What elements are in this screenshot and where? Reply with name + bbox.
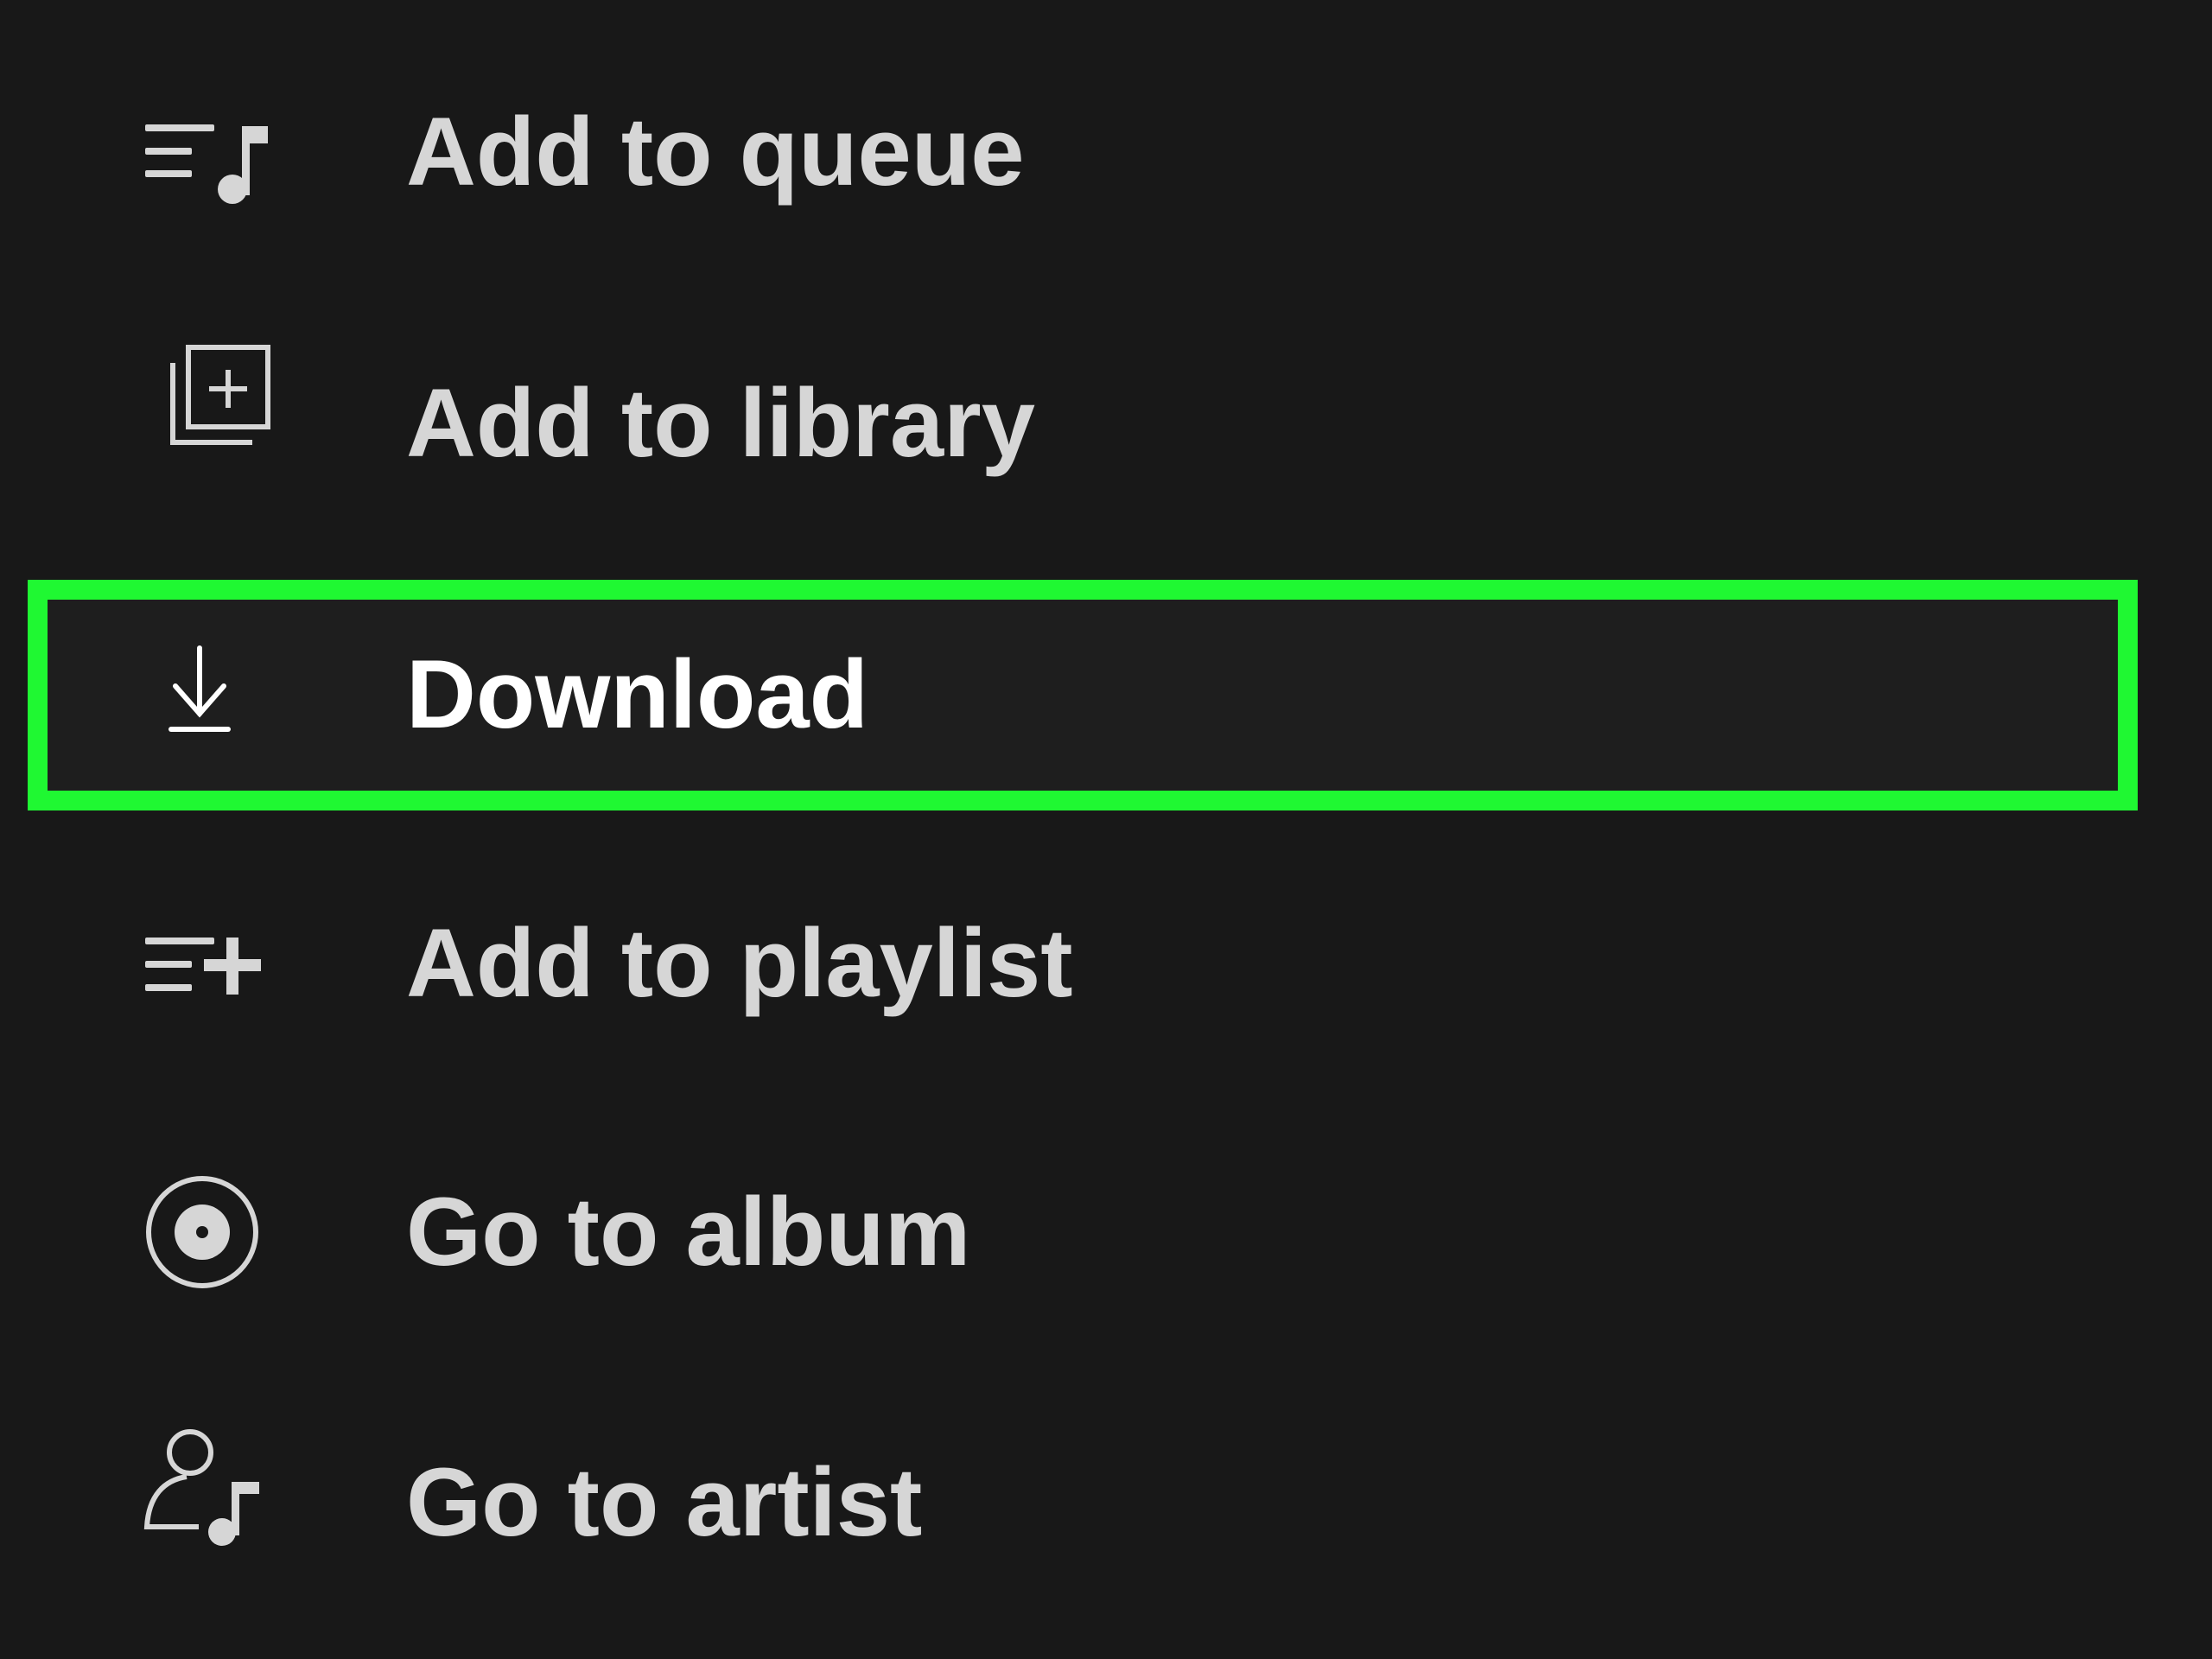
menu-item-download[interactable]: Download (0, 582, 2212, 807)
artist-icon (138, 1429, 268, 1554)
menu-item-label: Go to album (406, 1178, 971, 1286)
menu-item-add-to-library[interactable]: Add to library (0, 311, 2212, 536)
menu-item-add-to-playlist[interactable]: Add to playlist (0, 851, 2212, 1076)
context-menu: Add to queue Add to library Download Add… (0, 0, 2212, 1659)
menu-item-add-to-queue[interactable]: Add to queue (0, 40, 2212, 264)
add-to-library-icon (138, 345, 270, 475)
add-to-playlist-icon (138, 912, 268, 1015)
menu-item-go-to-artist[interactable]: Go to artist (0, 1390, 2212, 1615)
menu-item-label: Add to queue (406, 98, 1025, 206)
download-icon (138, 643, 268, 747)
menu-item-label: Go to artist (406, 1448, 923, 1556)
menu-item-label: Add to library (406, 369, 1036, 477)
menu-item-label: Add to playlist (406, 909, 1073, 1017)
add-to-queue-icon (138, 100, 268, 204)
menu-item-label: Download (406, 640, 869, 748)
album-icon (138, 1176, 268, 1288)
menu-item-go-to-album[interactable]: Go to album (0, 1120, 2212, 1344)
